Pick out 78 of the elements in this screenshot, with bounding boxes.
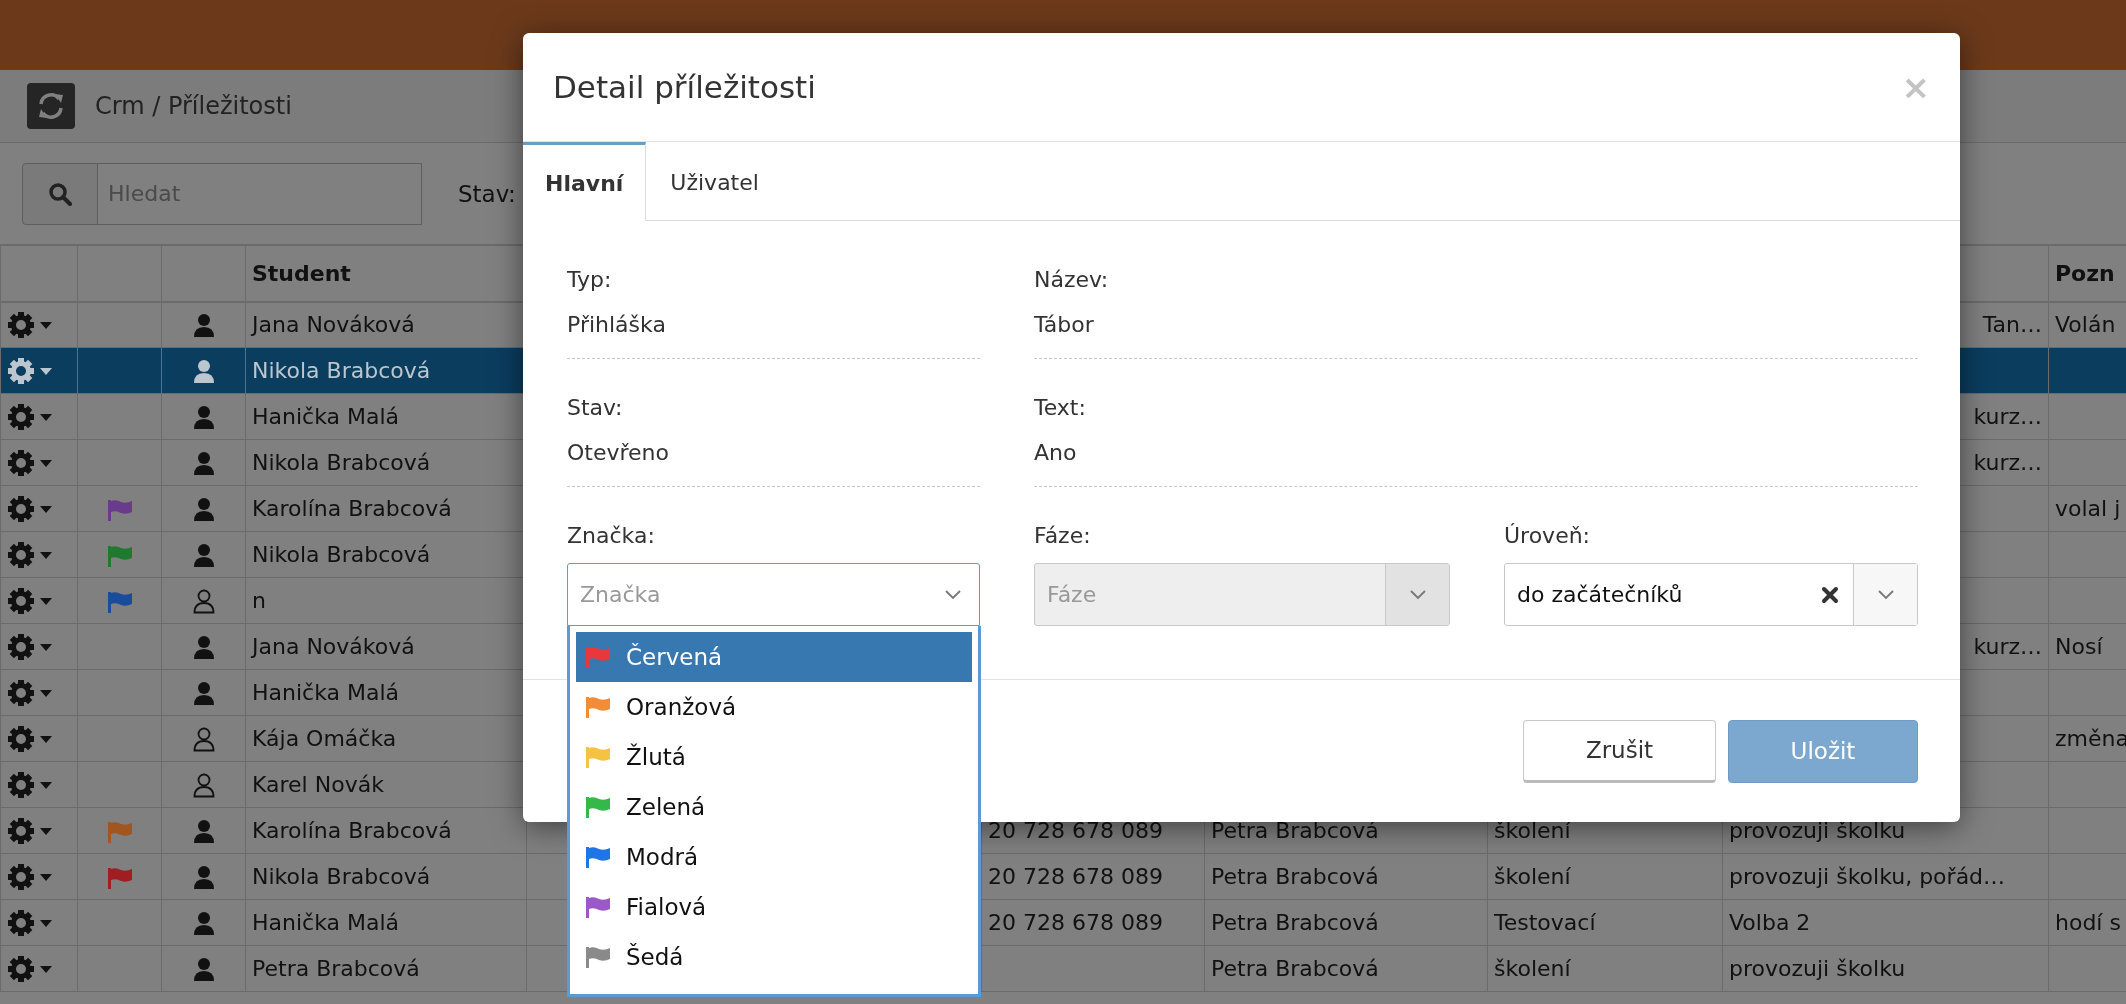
chevron-down-icon <box>1409 589 1426 600</box>
gear-menu-icon[interactable] <box>7 862 53 891</box>
dropdown-option[interactable]: Zelená <box>576 782 972 832</box>
dropdown-option[interactable]: Oranžová <box>576 682 972 732</box>
dialog-title: Detail příležitosti <box>553 69 816 105</box>
field-value: Otevřeno <box>567 439 670 467</box>
gear-menu-icon[interactable] <box>7 402 53 431</box>
person-icon <box>192 313 215 338</box>
tab[interactable]: Hlavní <box>523 142 647 221</box>
person-icon <box>192 910 215 936</box>
search-button[interactable] <box>22 162 98 225</box>
dropdown-option[interactable]: Šedá <box>576 932 972 982</box>
gear-menu-icon[interactable] <box>7 908 53 937</box>
dropdown-option[interactable]: Fialová <box>576 882 972 932</box>
cancel-button[interactable]: Zrušit <box>1523 719 1716 783</box>
breadcrumb: Crm / Příležitosti <box>95 92 292 120</box>
field-label: Stav: <box>567 394 624 422</box>
gear-menu-icon[interactable] <box>7 494 53 523</box>
clear-icon[interactable] <box>1821 585 1839 604</box>
person-icon <box>192 358 215 384</box>
gear-menu-icon[interactable] <box>7 586 53 615</box>
person-icon <box>192 864 215 890</box>
person-icon <box>192 634 215 660</box>
field-value: Ano <box>1034 439 1078 467</box>
dropdown-field[interactable]: do začátečníků <box>1504 563 1918 626</box>
table-cell: Testovací <box>1487 899 1723 946</box>
person-icon <box>192 726 215 752</box>
person-icon <box>192 680 215 706</box>
gear-menu-icon[interactable] <box>7 310 53 339</box>
person-icon <box>192 404 215 430</box>
dropdown-option[interactable]: Modrá <box>576 832 972 882</box>
search-icon <box>48 181 72 206</box>
field-value: Tábor <box>1034 311 1095 339</box>
refresh-button[interactable] <box>27 83 75 129</box>
table-cell[interactable]: Nikola Brabcová <box>245 853 527 900</box>
person-icon <box>192 956 215 982</box>
chevron-down-icon <box>1877 589 1894 600</box>
gear-menu-icon[interactable] <box>7 448 53 477</box>
table-cell: provozuji školku <box>1722 945 2049 992</box>
field-label: Typ: <box>567 266 613 294</box>
table-cell: školení <box>1487 853 1723 900</box>
field-label: Fáze: <box>1034 522 1092 550</box>
table-cell: školení <box>1487 945 1723 992</box>
field-label: Značka: <box>567 522 656 550</box>
person-icon <box>192 450 215 476</box>
table-cell: provozuji školku, pořád… <box>1722 853 2049 900</box>
field-label: Úroveň: <box>1504 522 1592 550</box>
person-icon <box>192 772 215 798</box>
table-cell[interactable]: Petra Brabcová <box>245 945 527 992</box>
gear-menu-icon[interactable] <box>7 770 53 799</box>
table-cell: Petra Brabcová <box>1204 853 1488 900</box>
gear-menu-icon[interactable] <box>7 632 53 661</box>
person-icon <box>192 588 215 614</box>
person-icon <box>192 818 215 844</box>
gear-menu-icon[interactable] <box>7 816 53 845</box>
filter-label: Stav: <box>458 180 516 207</box>
table-cell: Petra Brabcová <box>1204 945 1488 992</box>
gear-menu-icon[interactable] <box>7 678 53 707</box>
table-cell[interactable]: Hanička Malá <box>245 899 527 946</box>
tab[interactable]: Uživatel <box>646 142 783 220</box>
table-cell: Volba 2 <box>1722 899 2049 946</box>
column-header[interactable]: Pozn <box>2048 245 2126 302</box>
gear-menu-icon[interactable] <box>7 540 53 569</box>
field-value: Přihláška <box>567 311 667 339</box>
table-cell: Petra Brabcová <box>1204 899 1488 946</box>
person-icon <box>192 542 215 568</box>
gear-menu-icon[interactable] <box>7 356 53 385</box>
refresh-icon <box>36 91 66 121</box>
save-button[interactable]: Uložit <box>1728 719 1918 783</box>
field-label: Název: <box>1034 266 1110 294</box>
dropdown-field[interactable]: Značka <box>567 563 980 626</box>
dropdown-option[interactable]: Červená <box>576 632 972 682</box>
field-label: Text: <box>1034 394 1087 422</box>
dropdown-option[interactable]: Žlutá <box>576 732 972 782</box>
gear-menu-icon[interactable] <box>7 724 53 753</box>
chevron-down-icon <box>945 589 961 600</box>
gear-menu-icon[interactable] <box>7 954 53 983</box>
person-icon <box>192 496 215 522</box>
